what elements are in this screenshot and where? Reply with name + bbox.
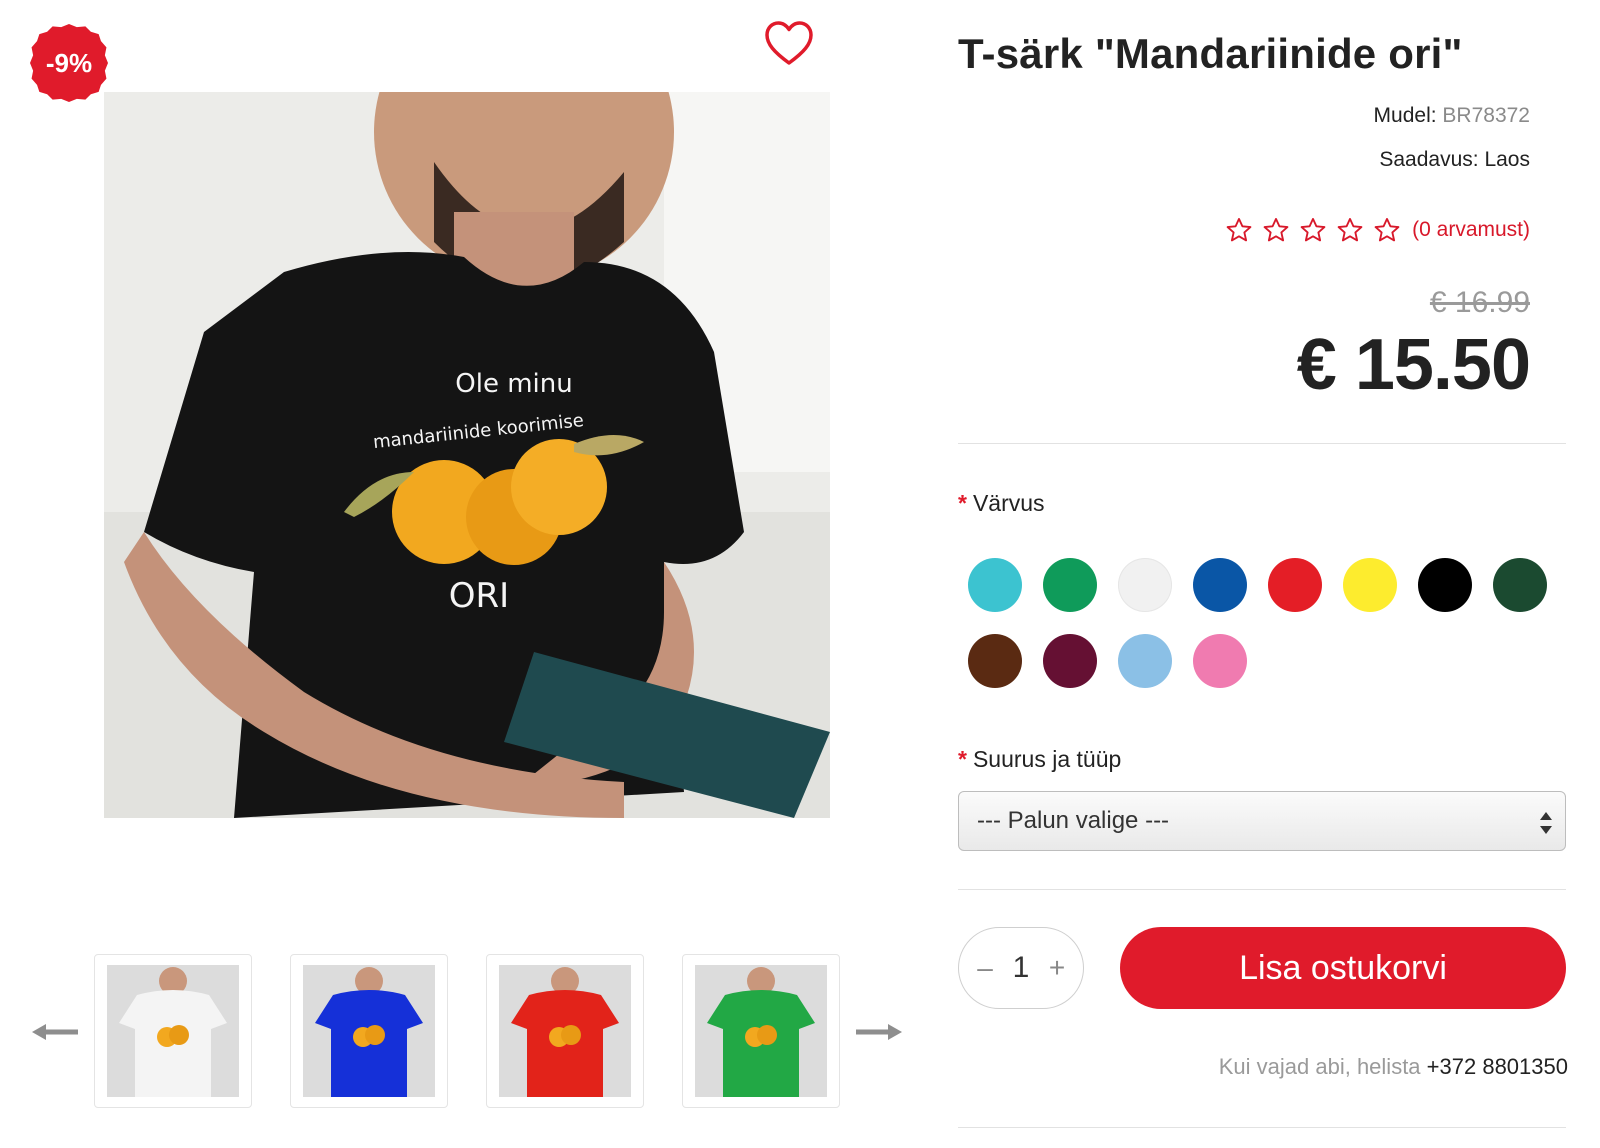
help-label: Kui vajad abi, helista [1218,1054,1421,1079]
thumbnail-green[interactable] [682,954,840,1108]
divider [958,1127,1566,1128]
size-option-label: * Suurus ja tüüp [958,746,1121,773]
size-label-text: Suurus ja tüüp [972,746,1122,772]
thumbnail-image [303,965,435,1097]
old-price: € 16.99 [1429,286,1530,319]
color-swatch[interactable] [968,634,1022,688]
color-swatch[interactable] [1118,558,1172,612]
availability-label: Saadavus: [1379,148,1479,171]
thumbnail-image [695,965,827,1097]
quantity-value[interactable]: 1 [1013,951,1030,985]
quantity-decrease-button[interactable]: – [973,952,997,984]
thumbnails-prev-arrow-icon[interactable] [30,1014,80,1050]
shirt-print-line1: Ole minu [455,369,572,399]
star-icon [1263,217,1289,242]
color-swatch[interactable] [1493,558,1547,612]
color-swatch[interactable] [968,558,1022,612]
model-label: Mudel: [1373,104,1437,127]
add-to-cart-button[interactable]: Lisa ostukorvi [1120,927,1566,1009]
color-swatch[interactable] [1418,558,1472,612]
size-select[interactable]: --- Palun valige --- [958,791,1566,851]
divider [958,443,1566,444]
color-label-text: Värvus [972,490,1045,516]
product-info: T-särk "Mandariinide ori" Mudel: BR78372… [958,0,1568,1148]
main-product-photo[interactable]: Ole minu mandariinide koorimise ORI [104,92,830,818]
thumbnail-white[interactable] [94,954,252,1108]
required-asterisk: * [958,490,967,516]
quantity-increase-button[interactable]: + [1045,952,1069,984]
color-swatch[interactable] [1268,558,1322,612]
star-icon [1226,217,1252,242]
availability-value: Laos [1484,148,1530,171]
color-swatch[interactable] [1193,558,1247,612]
thumbnail-red[interactable] [486,954,644,1108]
thumbnail-image [107,965,239,1097]
required-asterisk: * [958,746,967,772]
help-text: Kui vajad abi, helista +372 8801350 [1219,1054,1568,1080]
wishlist-heart-icon[interactable] [764,20,814,68]
select-arrows-icon [1540,812,1552,834]
discount-badge: -9% [30,24,108,102]
color-swatch[interactable] [1043,558,1097,612]
model-value: BR78372 [1442,104,1530,127]
review-count-link[interactable]: (0 arvamust) [1412,218,1530,242]
current-price: € 15.50 [1296,325,1531,405]
star-icon [1337,217,1363,242]
thumbnail-blue[interactable] [290,954,448,1108]
rating[interactable]: (0 arvamust) [1225,216,1530,244]
product-title: T-särk "Mandariinide ori" [958,30,1463,77]
color-swatch[interactable] [1343,558,1397,612]
shirt-print-line3: ORI [449,576,509,616]
help-phone[interactable]: +372 8801350 [1427,1054,1568,1079]
star-icon [1374,217,1400,242]
color-swatch[interactable] [1118,634,1172,688]
product-availability: Saadavus: Laos [1379,148,1530,172]
star-icon [1300,217,1326,242]
thumbnails-next-arrow-icon[interactable] [854,1014,904,1050]
color-swatch[interactable] [1193,634,1247,688]
color-option-label: * Värvus [958,490,1045,517]
color-swatch[interactable] [1043,634,1097,688]
product-model: Mudel: BR78372 [1374,104,1530,128]
product-gallery: -9% Ole minu mandariinide koorimise ORI [0,0,902,1148]
thumbnail-image [499,965,631,1097]
size-select-value: --- Palun valige --- [977,807,1170,834]
quantity-stepper[interactable]: – 1 + [958,927,1084,1009]
divider [958,889,1566,890]
